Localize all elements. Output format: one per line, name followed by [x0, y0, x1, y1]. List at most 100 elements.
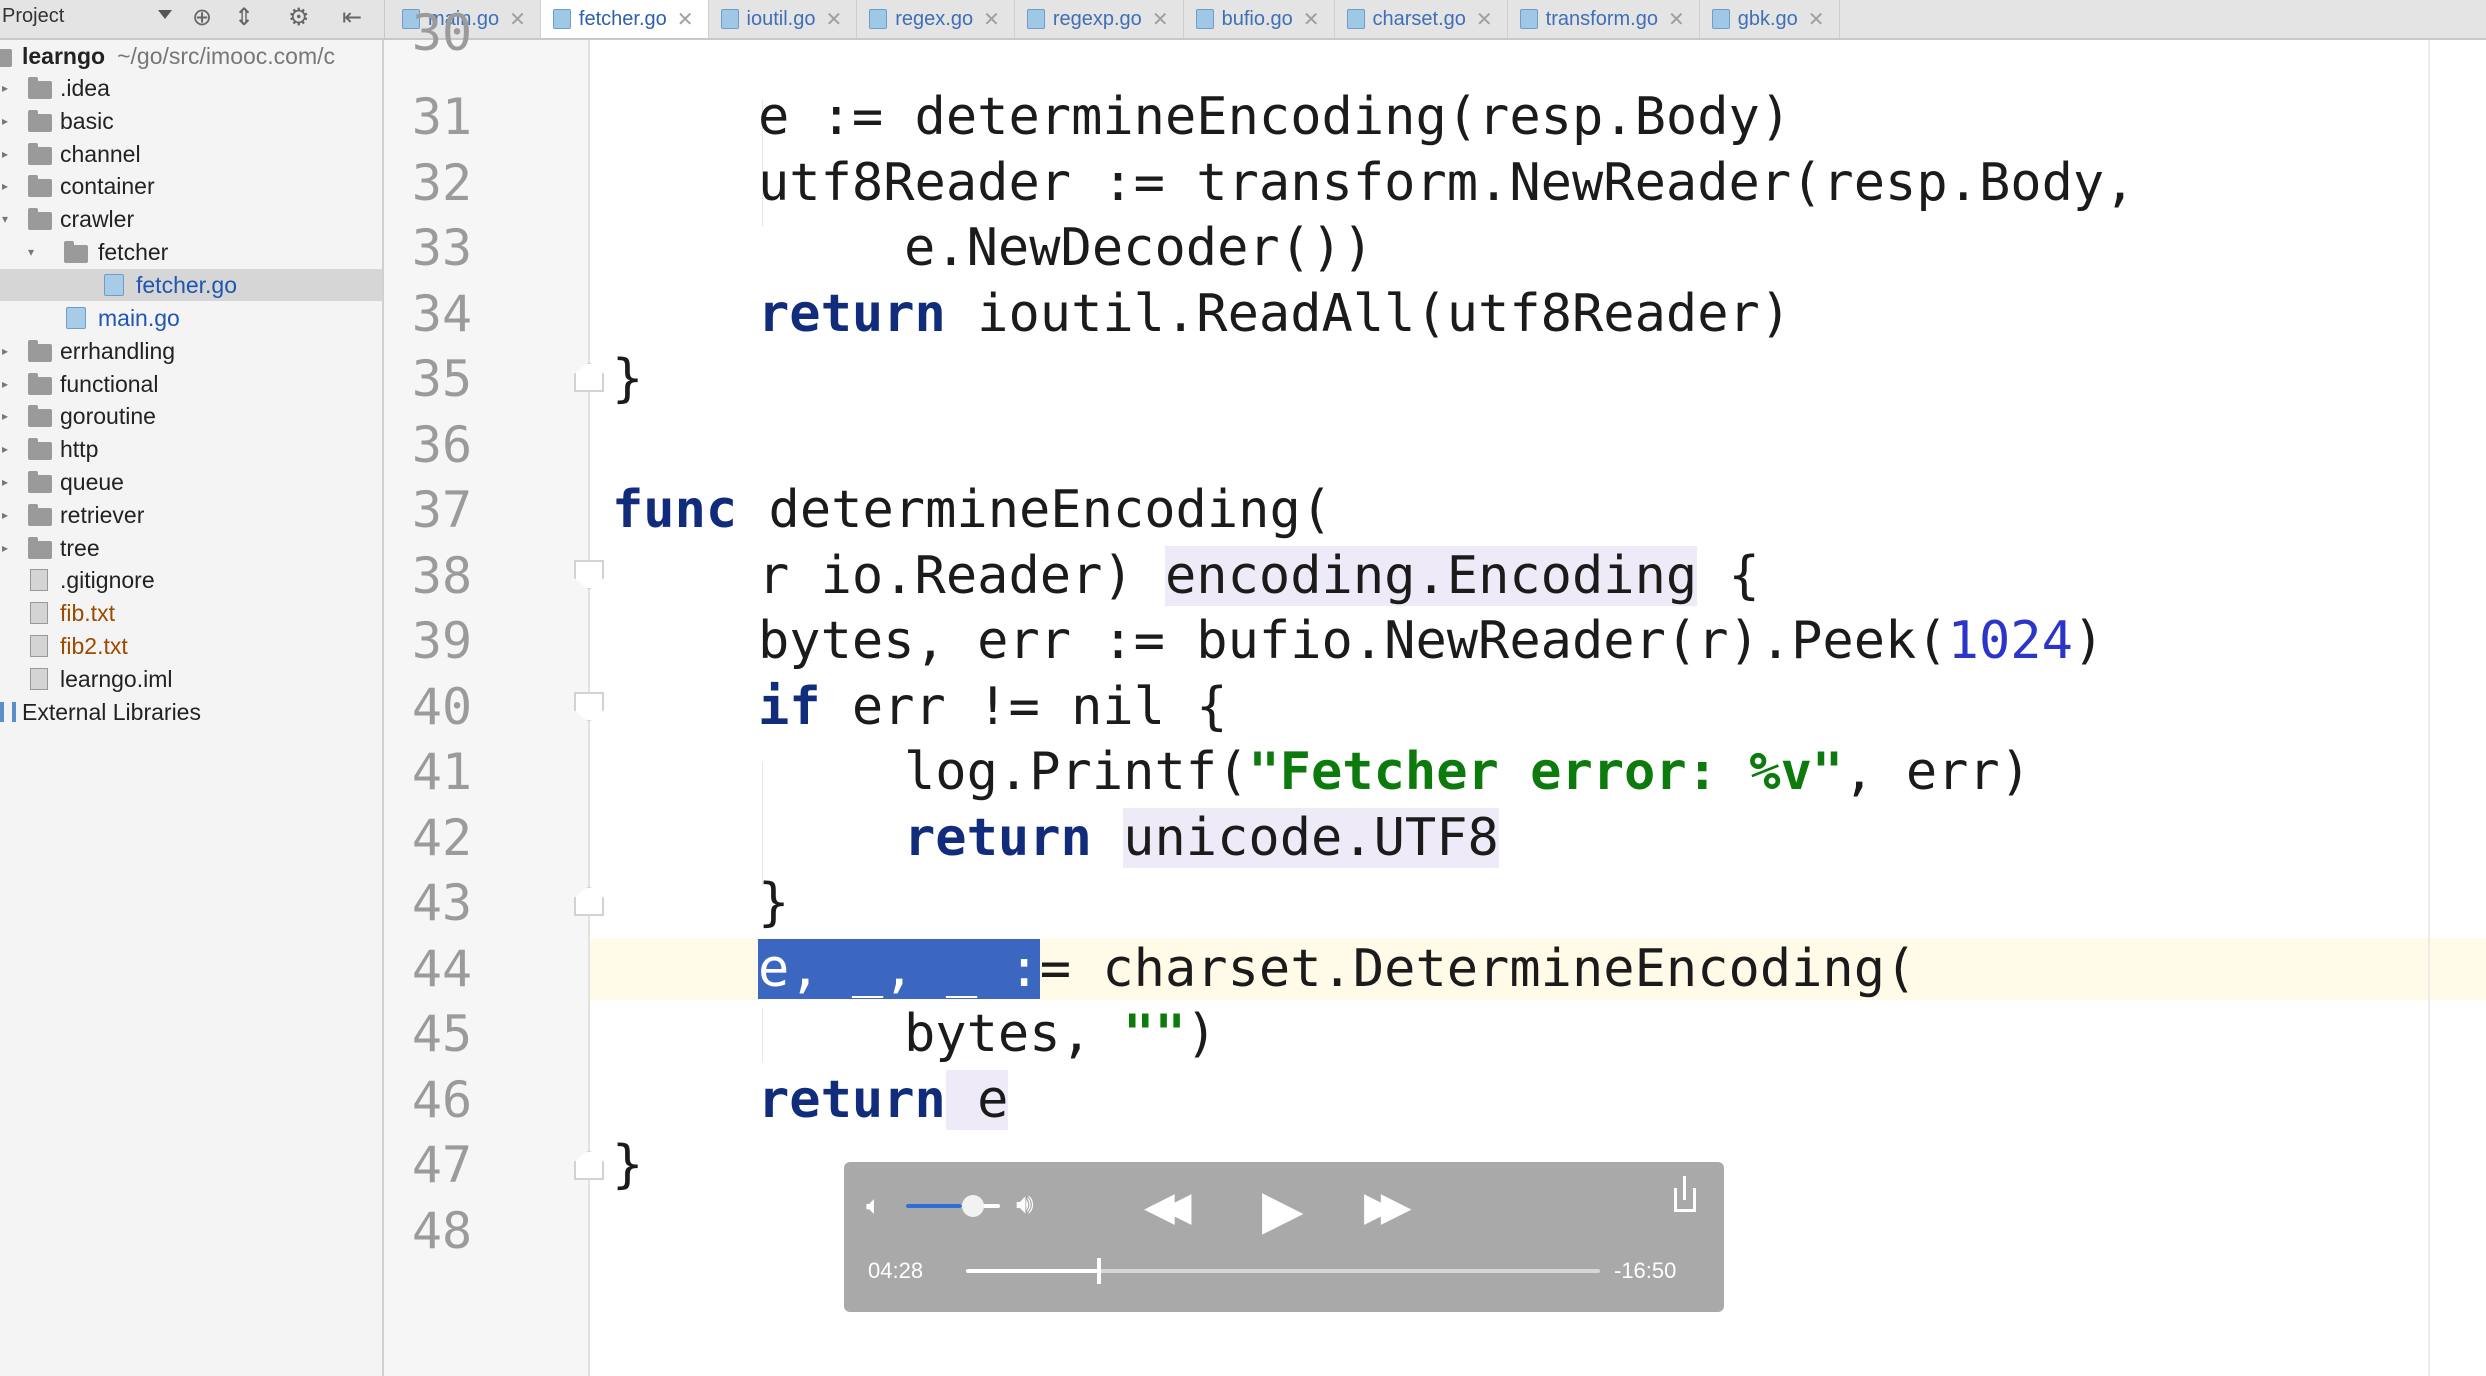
folder-icon	[64, 241, 88, 263]
tree-item-crawler[interactable]: ▾ crawler	[0, 203, 382, 235]
indent-guide	[762, 1008, 763, 1062]
tab-transform-go[interactable]: transform.go ✕	[1508, 0, 1700, 38]
line-number: 41	[411, 743, 473, 801]
volume-high-icon[interactable]: 🔊︎	[1016, 1188, 1034, 1221]
chevron-right-icon[interactable]: ▸	[2, 344, 8, 358]
line-number: 47	[411, 1136, 473, 1194]
line-number: 31	[411, 88, 473, 146]
tree-item-external-libraries[interactable]: External Libraries	[0, 696, 382, 728]
close-icon[interactable]: ✕	[1476, 7, 1493, 32]
tree-root-learngo[interactable]: learngo ~/go/src/imooc.com/c	[0, 40, 382, 72]
tab-fetcher-go[interactable]: fetcher.go ✕	[540, 0, 709, 38]
tree-item-main-go[interactable]: main.go	[0, 302, 382, 334]
tree-item-retriever[interactable]: ▸ retriever	[0, 499, 382, 531]
collapse-all-icon[interactable]: ⇕	[234, 4, 254, 32]
code-line-39: bytes, err := bufio.NewReader(r).Peek(10…	[758, 611, 2105, 671]
code-line-47: }	[612, 1135, 644, 1195]
rewind-icon[interactable]: ◀◀	[1144, 1184, 1191, 1230]
tree-item-channel[interactable]: ▸ channel	[0, 138, 382, 170]
close-icon[interactable]: ✕	[1808, 7, 1825, 32]
gear-icon[interactable]: ⚙	[288, 4, 310, 32]
chevron-down-icon[interactable]: ▾	[28, 245, 34, 259]
chevron-down-icon[interactable]	[158, 10, 172, 19]
code-line-31: e := determineEncoding(resp.Body)	[758, 87, 1792, 147]
fast-forward-icon[interactable]: ▶▶	[1364, 1184, 1411, 1230]
tree-item-functional[interactable]: ▸ functional	[0, 368, 382, 400]
chevron-down-icon[interactable]: ▾	[2, 212, 8, 226]
top-toolbar: Project ⊕ ⇕ ⚙ ⇤ main.go ✕ fetcher.go ✕ iou…	[0, 0, 2486, 40]
tree-item-container[interactable]: ▸ container	[0, 170, 382, 202]
hide-panel-icon[interactable]: ⇤	[342, 4, 362, 32]
tree-item-basic[interactable]: ▸ basic	[0, 105, 382, 137]
line-number: 43	[411, 874, 473, 932]
tree-item-errhandling[interactable]: ▸ errhandling	[0, 335, 382, 367]
tree-item-learngo-iml[interactable]: learngo.iml	[0, 663, 382, 695]
tree-item-http[interactable]: ▸ http	[0, 433, 382, 465]
line-number: 42	[411, 809, 473, 867]
tab-gbk-go[interactable]: gbk.go ✕	[1700, 0, 1840, 38]
volume-slider-knob[interactable]	[962, 1195, 985, 1217]
tree-item-fetcher-go[interactable]: fetcher.go	[0, 269, 382, 301]
tree-item-fib2-txt[interactable]: fib2.txt	[0, 630, 382, 662]
chevron-right-icon[interactable]: ▸	[2, 541, 8, 555]
chevron-right-icon[interactable]: ▸	[2, 147, 8, 161]
module-file-icon	[30, 668, 48, 690]
volume-slider[interactable]	[906, 1204, 1000, 1208]
volume-low-icon[interactable]: 🔈︎	[866, 1190, 882, 1222]
tree-item-fib-txt[interactable]: fib.txt	[0, 597, 382, 629]
folder-icon	[28, 537, 52, 559]
play-icon[interactable]: ▶	[1262, 1178, 1304, 1241]
tree-item-gitignore[interactable]: .gitignore	[0, 564, 382, 596]
tree-item-queue[interactable]: ▸ queue	[0, 466, 382, 498]
tab-regexp-go[interactable]: regexp.go ✕	[1015, 0, 1184, 38]
tab-ioutil-go[interactable]: ioutil.go ✕	[709, 0, 858, 38]
type-usage-highlight: encoding.Encoding	[1165, 546, 1698, 606]
folder-icon	[28, 504, 52, 526]
code-line-37: func determineEncoding(	[612, 480, 1333, 540]
close-icon[interactable]: ✕	[677, 7, 694, 32]
folder-icon	[28, 405, 52, 427]
close-icon[interactable]: ✕	[509, 7, 526, 32]
tree-item-goroutine[interactable]: ▸ goroutine	[0, 400, 382, 432]
folder-icon	[28, 175, 52, 197]
playback-scrubber[interactable]	[966, 1269, 1600, 1273]
tree-item-fetcher[interactable]: ▾ fetcher	[0, 236, 382, 268]
go-file-icon	[869, 9, 888, 29]
line-number: 36	[411, 416, 473, 474]
code-line-46: return e	[758, 1070, 1009, 1130]
close-icon[interactable]: ✕	[983, 7, 1000, 32]
chevron-right-icon[interactable]: ▸	[2, 508, 8, 522]
chevron-right-icon[interactable]: ▸	[2, 475, 8, 489]
folder-icon	[28, 208, 52, 230]
chevron-right-icon[interactable]: ▸	[2, 409, 8, 423]
tree-item-tree[interactable]: ▸ tree	[0, 532, 382, 564]
editor-tabs: main.go ✕ fetcher.go ✕ ioutil.go ✕ regex.go…	[390, 0, 1840, 38]
close-icon[interactable]: ✕	[1668, 7, 1685, 32]
code-line-40: if err != nil {	[758, 677, 1228, 737]
playback-progress	[966, 1269, 1100, 1273]
target-icon[interactable]: ⊕	[192, 4, 212, 32]
go-file-icon	[1346, 9, 1365, 29]
close-icon[interactable]: ✕	[1303, 7, 1320, 32]
text-file-icon	[30, 602, 48, 624]
chevron-right-icon[interactable]: ▸	[2, 442, 8, 456]
right-margin-guide	[2428, 40, 2430, 1376]
chevron-right-icon[interactable]: ▸	[2, 81, 8, 95]
close-icon[interactable]: ✕	[825, 7, 842, 32]
chevron-right-icon[interactable]: ▸	[2, 377, 8, 391]
go-file-icon	[104, 274, 124, 296]
code-line-44: e, _, _ := charset.DetermineEncoding(	[758, 939, 1917, 999]
chevron-right-icon[interactable]: ▸	[2, 114, 8, 128]
playback-scrubber-knob[interactable]	[1097, 1258, 1102, 1284]
close-icon[interactable]: ✕	[1152, 7, 1169, 32]
tree-item-idea[interactable]: ▸ .idea	[0, 72, 382, 104]
code-line-32: utf8Reader := transform.NewReader(resp.B…	[758, 153, 2136, 213]
chevron-right-icon[interactable]: ▸	[2, 179, 8, 193]
project-view-selector[interactable]: Project	[2, 5, 64, 28]
tab-regex-go[interactable]: regex.go ✕	[857, 0, 1015, 38]
tab-bufio-go[interactable]: bufio.go ✕	[1184, 0, 1335, 38]
code-line-43: }	[758, 873, 790, 933]
tab-charset-go[interactable]: charset.go ✕	[1335, 0, 1508, 38]
line-number: 39	[411, 612, 473, 670]
share-icon[interactable]	[1674, 1176, 1696, 1212]
